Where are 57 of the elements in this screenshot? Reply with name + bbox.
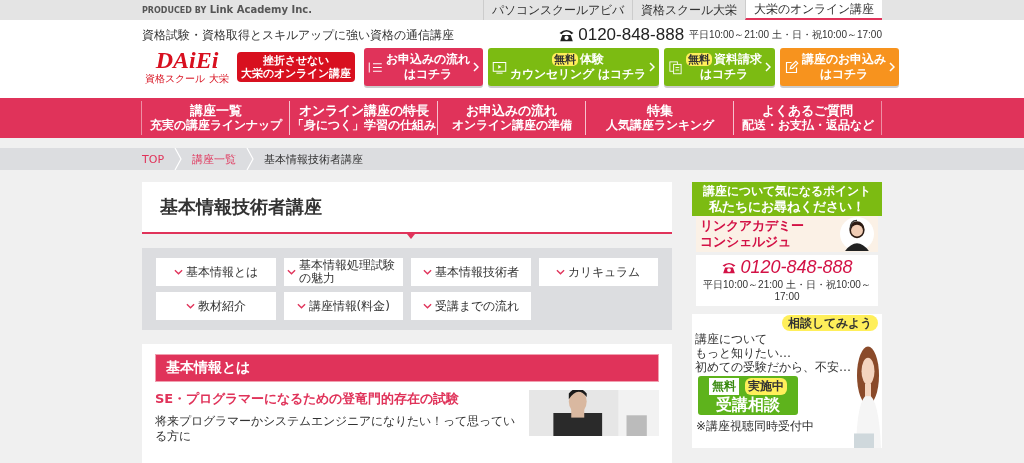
consultation-badge: 無料 実施中 受講相談 bbox=[698, 376, 798, 415]
contact-banner[interactable]: 講座について気になるポイント 私たちにお尋ねください！ リンクアカデミー コンシェルジュ 0120-848-888 平日10:00～21:00 土・日・祝10:00～17:00 bbox=[692, 182, 882, 306]
nav-item[interactable]: お申込みの流れ オンライン講座の準備 bbox=[437, 101, 586, 135]
chevron-icon bbox=[473, 62, 479, 72]
business-hours: 平日10:00～21:00 土・日・祝10:00～17:00 bbox=[689, 28, 882, 42]
chevron-down-icon bbox=[422, 303, 432, 309]
anchor-link[interactable]: 基本情報とは bbox=[156, 258, 276, 286]
breadcrumb-separator bbox=[246, 148, 254, 170]
ribbon: 講座について気になるポイント 私たちにお尋ねください！ bbox=[692, 182, 882, 216]
chevron-down-icon bbox=[296, 303, 306, 309]
page-title: 基本情報技術者講座 bbox=[160, 195, 322, 219]
anchor-link[interactable]: 講座情報(料金) bbox=[283, 292, 403, 320]
nav-item[interactable]: よくあるご質問 配送・お支払・返品など bbox=[733, 101, 882, 135]
documents-icon bbox=[668, 59, 684, 75]
logo[interactable]: DAiEi 資格スクール 大栄 bbox=[142, 48, 232, 86]
monitor-icon bbox=[492, 59, 507, 75]
phone-icon bbox=[721, 261, 738, 274]
chevron-icon bbox=[765, 62, 772, 72]
nav-item[interactable]: 講座一覧 充実の講座ラインナップ bbox=[141, 101, 290, 135]
section-subheading: SE・プログラマーになるための登竜門的存在の試験 bbox=[155, 390, 461, 408]
banner-text: 初めての受験だから、不安… bbox=[695, 360, 851, 374]
banner-text: 講座について bbox=[695, 332, 767, 346]
banner-note: ※講座視聴同時受付中 bbox=[696, 419, 815, 433]
business-hours: 平日10:00～21:00 土・日・祝10:00～17:00 bbox=[696, 278, 878, 306]
anchor-link[interactable]: カリキュラム bbox=[538, 258, 658, 286]
site-tab[interactable]: 大栄のオンライン講座 bbox=[745, 0, 882, 20]
anchor-link[interactable]: 教材紹介 bbox=[156, 292, 276, 320]
anchor-link[interactable]: 受講までの流れ bbox=[411, 292, 531, 320]
edit-icon bbox=[784, 59, 800, 75]
section-heading: 基本情報とは bbox=[155, 354, 659, 382]
phone-number: 0120-848-888 bbox=[578, 25, 685, 45]
chevron-icon bbox=[889, 62, 896, 72]
slogan-badge: 挫折させない 大栄のオンライン講座 bbox=[237, 52, 355, 82]
body-text: 将来プログラマーかシステムエンジニアになりたい！って思っている方に bbox=[155, 414, 516, 444]
cta-button[interactable]: 無料 体験 カウンセリング はコチラ bbox=[488, 48, 660, 86]
nav-item[interactable]: オンライン講座の特長 「身につく」学習の仕組み bbox=[289, 101, 438, 135]
anchor-link[interactable]: 基本情報処理試験の魅力 bbox=[283, 258, 403, 286]
breadcrumb-separator bbox=[174, 148, 182, 170]
banner-text: もっと知りたい… bbox=[695, 346, 791, 360]
chevron-down-icon bbox=[286, 269, 296, 275]
anchor-link[interactable]: 基本情報技術者 bbox=[411, 258, 531, 286]
nav-item[interactable]: 特集 人気講座ランキング bbox=[585, 101, 734, 135]
chevron-icon bbox=[649, 62, 656, 72]
chevron-down-icon bbox=[185, 303, 195, 309]
tagline: 資格試験・資格取得とスキルアップに強い資格の通信講座 bbox=[142, 27, 454, 44]
cta-button[interactable]: 無料 資料請求 はコチラ bbox=[664, 48, 776, 86]
consultation-banner[interactable]: 相談してみよう 講座について もっと知りたい… 初めての受験だから、不安… 無料 実施中 受講相談 ※講座視聴同時受付中 bbox=[692, 314, 882, 448]
phone-icon bbox=[558, 28, 576, 42]
breadcrumb-item[interactable]: 基本情報技術者講座 bbox=[264, 151, 363, 167]
chevron-down-icon bbox=[556, 269, 566, 275]
producer-credit: PRODUCED BY Link Academy Inc. bbox=[142, 3, 313, 17]
chevron-down-icon bbox=[173, 269, 183, 275]
concierge-name: リンクアカデミー コンシェルジュ bbox=[700, 218, 804, 250]
cta-button[interactable]: お申込みの流れ はコチラ bbox=[364, 48, 483, 86]
phone-number: 0120-848-888 bbox=[740, 257, 853, 278]
chevron-down-icon bbox=[422, 269, 432, 275]
speech-bubble: 相談してみよう bbox=[782, 315, 878, 331]
